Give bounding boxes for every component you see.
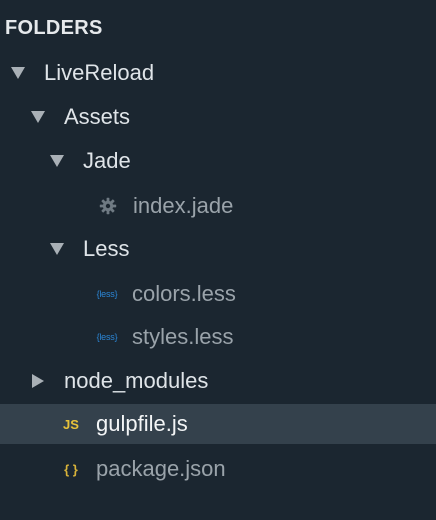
folders-header: FOLDERS [5,17,103,39]
tree-item-label: gulpfile.js [96,411,188,436]
tree-item-label: Assets [64,104,131,129]
json-file-icon: { } [64,461,78,477]
triangle-down-icon[interactable] [10,65,26,81]
tree-item-gulpfile-js[interactable]: JS gulpfile.js [0,404,436,444]
less-file-icon: {less} [96,332,118,342]
tree-item-label: styles.less [132,324,234,349]
tree-item-colors-less[interactable]: {less} colors.less [0,274,436,314]
tree-item-label: Jade [83,148,131,173]
sidebar: FOLDERS LiveReload Assets Jade index.jad… [0,0,436,520]
triangle-right-icon[interactable] [30,373,46,389]
tree-item-jade[interactable]: Jade [0,141,436,181]
tree-item-styles-less[interactable]: {less} styles.less [0,317,436,357]
tree-item-label: node_modules [64,368,209,393]
tree-item-label: LiveReload [44,60,155,85]
tree-item-less[interactable]: Less [0,229,436,269]
tree-item-label: Less [83,236,130,261]
triangle-down-icon[interactable] [30,109,46,125]
tree-item-label: index.jade [133,193,234,218]
js-file-icon: JS [63,416,79,432]
tree-item-node-modules[interactable]: node_modules [0,361,436,401]
tree-item-index-jade[interactable]: index.jade [0,186,436,226]
tree-item-livereload[interactable]: LiveReload [0,53,436,93]
triangle-down-icon[interactable] [49,153,65,169]
tree-item-label: colors.less [132,281,236,306]
less-file-icon: {less} [96,289,118,299]
tree-item-assets[interactable]: Assets [0,97,436,137]
tree-item-label: package.json [96,456,226,481]
tree-item-package-json[interactable]: { } package.json [0,449,436,489]
triangle-down-icon[interactable] [49,241,65,257]
gear-icon [97,197,119,215]
